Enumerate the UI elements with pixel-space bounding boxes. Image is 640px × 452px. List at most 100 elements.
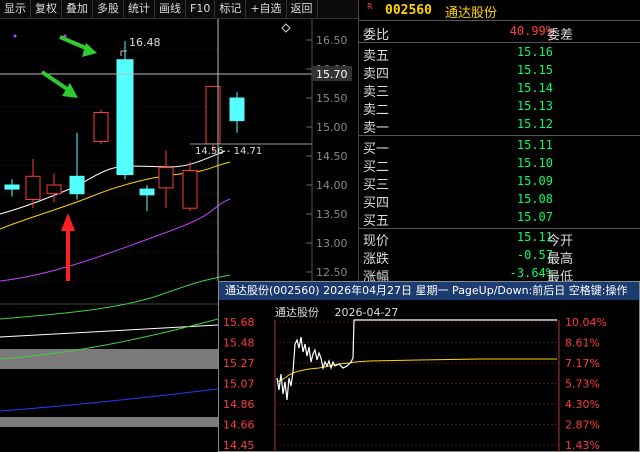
popup-right-axis-label: 5.73% <box>565 378 600 391</box>
intraday-chart: 15.68 15.48 15.27 15.07 14.86 14.66 14.45 10.0… <box>223 316 607 452</box>
toolbar-restore-rights-button[interactable]: 复权 <box>31 0 62 19</box>
price-axis-label: 13.50 <box>316 208 348 221</box>
popup-left-axis-label: 14.66 <box>223 419 255 432</box>
popup-left-axis-label: 15.27 <box>223 357 255 370</box>
diamond-icon[interactable] <box>281 23 291 33</box>
toolbar-multi-stock-button[interactable]: 多股 <box>93 0 124 19</box>
sub-ma-line <box>0 388 219 412</box>
price-axis-label: 14.50 <box>316 150 348 163</box>
toolbar-f10-button[interactable]: F10 <box>186 0 216 19</box>
bid-label: 买二 <box>363 160 390 175</box>
popup-right-axis-label: 8.61% <box>565 337 600 350</box>
divider <box>359 42 640 43</box>
stat-value: -3.64% <box>509 266 553 280</box>
popup-right-axis: 10.04% 8.61% 7.17% 5.73% 4.30% 2.87% 1.43% <box>565 316 607 452</box>
ask-price: 15.12 <box>516 117 553 131</box>
chart-toolbar: 显示 复权 叠加 多股 统计 画线 F10 标记 +自选 返回 <box>0 0 358 19</box>
green-arrow-icon <box>59 35 97 57</box>
indicator-band <box>0 417 218 427</box>
toolbar-draw-line-button[interactable]: 画线 <box>155 0 186 19</box>
popup-left-axis-label: 15.68 <box>223 316 255 329</box>
toolbar-statistics-button[interactable]: 统计 <box>124 0 155 19</box>
popup-left-axis-label: 14.45 <box>223 439 255 452</box>
ask-label: 卖一 <box>363 121 390 136</box>
candle <box>182 161 198 212</box>
ask-row[interactable]: 卖二 15.13 <box>359 99 640 118</box>
candle <box>229 92 245 133</box>
ask-label: 卖二 <box>363 103 390 118</box>
toolbar-mark-button[interactable]: 标记 <box>215 0 247 19</box>
candle <box>139 185 155 212</box>
marker-dot <box>63 34 67 38</box>
bid-row[interactable]: 买三 15.09 <box>359 174 640 193</box>
candle <box>25 158 41 209</box>
toolbar-display-button[interactable]: 显示 <box>0 0 31 19</box>
price-axis-label: 16.50 <box>316 34 348 47</box>
avg-price-line <box>276 358 557 383</box>
popup-left-axis-label: 14.86 <box>223 398 255 411</box>
weicha-label: 委差 <box>547 28 574 43</box>
bid-price: 15.08 <box>516 192 553 206</box>
weibi-value: 40.99% <box>509 24 553 38</box>
bid-label: 买三 <box>363 178 390 193</box>
ask-row[interactable]: 卖一 15.12 <box>359 117 640 136</box>
candle <box>93 109 109 145</box>
ask-row[interactable]: 卖五 15.16 <box>359 45 640 64</box>
popup-right-axis-label: 10.04% <box>565 316 607 329</box>
high-label: 16.48 <box>129 36 161 49</box>
candle <box>158 150 174 209</box>
popup-right-axis-label: 4.30% <box>565 398 600 411</box>
popup-right-axis-label: 2.87% <box>565 419 600 432</box>
stat-label: 现价 <box>363 234 390 249</box>
stat-extra: 最高 <box>547 252 574 267</box>
ask-label: 卖五 <box>363 49 390 64</box>
toolbar-add-favorite-button[interactable]: +自选 <box>246 0 287 19</box>
bid-row[interactable]: 买五 15.07 <box>359 210 640 229</box>
bid-row[interactable]: 买二 15.10 <box>359 156 640 175</box>
bid-price: 15.10 <box>516 156 553 170</box>
weibi-label: 委比 <box>363 28 390 43</box>
r-badge: R <box>367 2 373 11</box>
toolbar-overlay-button[interactable]: 叠加 <box>62 0 93 19</box>
ask-row[interactable]: 卖三 15.14 <box>359 81 640 100</box>
ask-label: 卖四 <box>363 67 390 82</box>
candle <box>69 132 85 200</box>
toolbar-back-button[interactable]: 返回 <box>287 0 318 19</box>
price-axis-label: 12.50 <box>316 266 348 279</box>
price-axis-label: 15.00 <box>316 121 348 134</box>
ask-price: 15.16 <box>516 45 553 59</box>
stat-label: 涨跌 <box>363 252 390 267</box>
stat-value: -0.57 <box>516 248 553 262</box>
high-marker <box>120 50 127 56</box>
stat-row: 涨跌 -0.57 最高 <box>359 248 640 267</box>
weibi-row: 委比 40.99% 委差 <box>359 24 640 43</box>
stat-row: 现价 15.11 今开 <box>359 230 640 249</box>
candle <box>46 173 62 203</box>
ask-price: 15.14 <box>516 81 553 95</box>
crosshair-price: 15.70 <box>316 68 348 81</box>
popup-grid <box>275 321 559 446</box>
ma60-line <box>0 274 231 320</box>
sub-ma-line <box>0 324 219 338</box>
ma20-line <box>0 198 231 282</box>
marker-dot <box>13 34 17 38</box>
bid-label: 买四 <box>363 196 390 211</box>
price-axis-label: 15.50 <box>316 92 348 105</box>
quote-header: R 002560 通达股份 <box>359 0 640 21</box>
intraday-popup[interactable]: 通达股份(002560) 2026年04月27日 星期一 PageUp/Down… <box>218 281 640 452</box>
range-label: 14.56 - 14.71 <box>195 146 262 157</box>
bid-price: 15.09 <box>516 174 553 188</box>
bid-row[interactable]: 买四 15.08 <box>359 192 640 211</box>
bid-row[interactable]: 买一 15.11 <box>359 138 640 157</box>
ask-row[interactable]: 卖四 15.15 <box>359 63 640 82</box>
ask-price: 15.13 <box>516 99 553 113</box>
price-axis-label: 13.00 <box>316 237 348 250</box>
divider <box>359 228 640 229</box>
candles-group <box>4 41 245 212</box>
bid-price: 15.11 <box>516 138 553 152</box>
popup-left-axis-label: 15.48 <box>223 337 255 350</box>
popup-left-axis: 15.68 15.48 15.27 15.07 14.86 14.66 14.45 <box>223 316 255 452</box>
bid-label: 买一 <box>363 142 390 157</box>
popup-left-axis-label: 15.07 <box>223 378 255 391</box>
bid-price: 15.07 <box>516 210 553 224</box>
